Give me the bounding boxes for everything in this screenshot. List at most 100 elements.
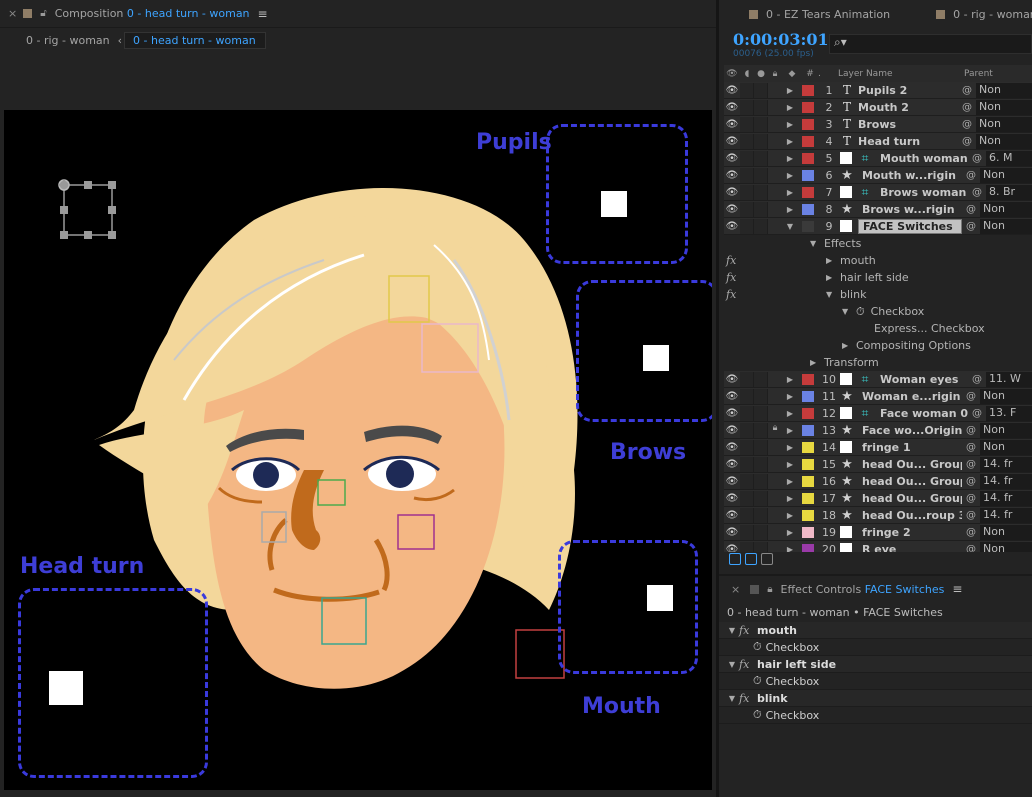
- lock-toggle[interactable]: [768, 117, 782, 132]
- audio-toggle[interactable]: [740, 167, 754, 183]
- layer-name[interactable]: fringe 1: [858, 441, 962, 454]
- eye-icon[interactable]: 👁︎: [724, 442, 740, 453]
- layer-row[interactable]: 👁︎ ▶ 19 fringe 2 @ Non: [724, 524, 1032, 541]
- pickwhip-icon[interactable]: @: [958, 136, 976, 147]
- layer-row[interactable]: 👁︎ 🔒︎ ▶ 13 ★ Face wo...Origin @ Non: [724, 422, 1032, 439]
- pickwhip-icon[interactable]: @: [962, 476, 980, 487]
- eye-icon[interactable]: 👁︎: [724, 544, 740, 553]
- pickwhip-icon[interactable]: @: [962, 221, 980, 232]
- layer-row[interactable]: 👁︎ ▶ 8 ★ Brows w...rigin @ Non: [724, 201, 1032, 218]
- fx-icon[interactable]: fx: [739, 692, 757, 705]
- layer-name[interactable]: Mouth woman: [876, 152, 968, 165]
- chevron-down-icon[interactable]: ▼: [826, 290, 840, 299]
- audio-toggle[interactable]: [740, 201, 754, 217]
- solo-toggle[interactable]: [754, 201, 768, 217]
- lock-toggle[interactable]: [768, 185, 782, 200]
- lock-toggle[interactable]: [768, 491, 782, 506]
- label-icon[interactable]: ◆: [782, 69, 802, 79]
- effects-group[interactable]: ▼ Effects: [724, 235, 1032, 252]
- audio-toggle[interactable]: [740, 116, 754, 132]
- tab-rig-woman[interactable]: 0 - rig - woman: [936, 8, 1032, 21]
- chevron-right-icon[interactable]: ▶: [782, 154, 798, 163]
- fx-icon[interactable]: fx: [724, 288, 738, 301]
- layer-row[interactable]: 👁︎ ▶ 1 T Pupils 2 @ Non: [724, 82, 1032, 99]
- chevron-right-icon[interactable]: ▶: [842, 341, 856, 350]
- parent-select[interactable]: 14. fr: [980, 490, 1032, 506]
- effect-controls-tab[interactable]: × 🔒︎ Effect Controls FACE Switches ≡: [719, 576, 1032, 602]
- chevron-right-icon[interactable]: ▶: [782, 137, 798, 146]
- lock-toggle[interactable]: [768, 508, 782, 523]
- layer-name[interactable]: head Ou... Group 5: [858, 475, 962, 488]
- fx-icon[interactable]: fx: [724, 254, 738, 267]
- effect-mouth[interactable]: fx ▶ mouth: [724, 252, 1032, 269]
- solo-toggle[interactable]: [754, 422, 768, 438]
- solo-toggle[interactable]: [754, 167, 768, 183]
- chevron-right-icon[interactable]: ▶: [782, 477, 798, 486]
- layer-name[interactable]: Brows w...rigin: [858, 203, 962, 216]
- effect-property-row[interactable]: ⏱︎ Checkbox: [719, 673, 1032, 690]
- label-color-swatch[interactable]: [802, 84, 814, 96]
- lock-toggle[interactable]: [768, 168, 782, 183]
- eye-icon[interactable]: 👁︎: [724, 221, 740, 232]
- effect-property-row[interactable]: ⏱︎ Checkbox: [719, 707, 1032, 724]
- lock-toggle[interactable]: [768, 151, 782, 166]
- chevron-right-icon[interactable]: ▶: [826, 273, 840, 282]
- solo-toggle[interactable]: [754, 99, 768, 115]
- label-color-swatch[interactable]: [802, 186, 814, 198]
- chevron-right-icon[interactable]: ▶: [782, 494, 798, 503]
- solo-icon[interactable]: ●: [754, 69, 768, 79]
- eye-icon[interactable]: 👁︎: [724, 391, 740, 402]
- lock-toggle[interactable]: [768, 474, 782, 489]
- panel-menu-icon[interactable]: ≡: [258, 7, 268, 21]
- stopwatch-icon[interactable]: ⏱︎: [753, 640, 762, 654]
- pickwhip-icon[interactable]: @: [962, 544, 980, 553]
- audio-toggle[interactable]: [740, 99, 754, 115]
- eye-icon[interactable]: 👁︎: [724, 510, 740, 521]
- chevron-right-icon[interactable]: ▶: [826, 256, 840, 265]
- parent-select[interactable]: 14. fr: [980, 473, 1032, 489]
- eye-icon[interactable]: 👁︎: [724, 136, 740, 147]
- eye-icon[interactable]: 👁︎: [724, 187, 740, 198]
- pickwhip-icon[interactable]: @: [968, 153, 986, 164]
- layer-row[interactable]: 👁︎ ▶ 10 ⌗ Woman eyes @11. W: [724, 371, 1032, 388]
- parent-select[interactable]: Non: [980, 422, 1032, 438]
- label-color-swatch[interactable]: [802, 169, 814, 181]
- parent-select[interactable]: Non: [976, 116, 1032, 132]
- solo-toggle[interactable]: [754, 541, 768, 552]
- parent-select[interactable]: 11. W: [986, 371, 1032, 387]
- audio-toggle[interactable]: [740, 507, 754, 523]
- chevron-right-icon[interactable]: ▶: [782, 443, 798, 452]
- col-layer-name[interactable]: Layer Name: [838, 69, 964, 79]
- lock-toggle[interactable]: [768, 542, 782, 553]
- chevron-right-icon[interactable]: ▶: [782, 171, 798, 180]
- label-color-swatch[interactable]: [802, 390, 814, 402]
- layer-row[interactable]: 👁︎ ▶ 18 ★ head Ou...roup 32@14. fr: [724, 507, 1032, 524]
- pupils-control-box[interactable]: [546, 124, 688, 264]
- eye-icon[interactable]: 👁︎: [724, 69, 740, 79]
- layer-name[interactable]: Face wo...Origin: [858, 424, 962, 437]
- solo-toggle[interactable]: [754, 150, 768, 166]
- expression-row[interactable]: Express... Checkbox: [724, 320, 1032, 337]
- audio-toggle[interactable]: [740, 150, 754, 166]
- audio-icon[interactable]: ◖: [740, 69, 754, 79]
- solo-toggle[interactable]: [754, 524, 768, 540]
- effect-row[interactable]: ▼ fx blink: [719, 690, 1032, 707]
- effect-hair[interactable]: fx ▶ hair left side: [724, 269, 1032, 286]
- chevron-right-icon[interactable]: ▶: [782, 86, 798, 95]
- layer-row[interactable]: 👁︎ ▼ 9 FACE Switches @ Non: [724, 218, 1032, 235]
- brows-control-knob[interactable]: [643, 345, 669, 371]
- audio-toggle[interactable]: [740, 439, 754, 455]
- close-tab-icon[interactable]: ×: [731, 583, 740, 596]
- eye-icon[interactable]: 👁︎: [724, 153, 740, 164]
- fx-icon[interactable]: fx: [739, 658, 757, 671]
- chevron-right-icon[interactable]: ▶: [782, 460, 798, 469]
- label-color-swatch[interactable]: [802, 152, 814, 164]
- pickwhip-icon[interactable]: @: [968, 408, 986, 419]
- mouth-control-knob[interactable]: [647, 585, 673, 611]
- chevron-left-icon[interactable]: ‹: [118, 34, 122, 47]
- label-color-swatch[interactable]: [802, 203, 814, 215]
- effect-row[interactable]: ▼ fx mouth: [719, 622, 1032, 639]
- layer-row[interactable]: 👁︎ ▶ 3 T Brows @ Non: [724, 116, 1032, 133]
- eye-icon[interactable]: 👁︎: [724, 204, 740, 215]
- label-color-swatch[interactable]: [802, 101, 814, 113]
